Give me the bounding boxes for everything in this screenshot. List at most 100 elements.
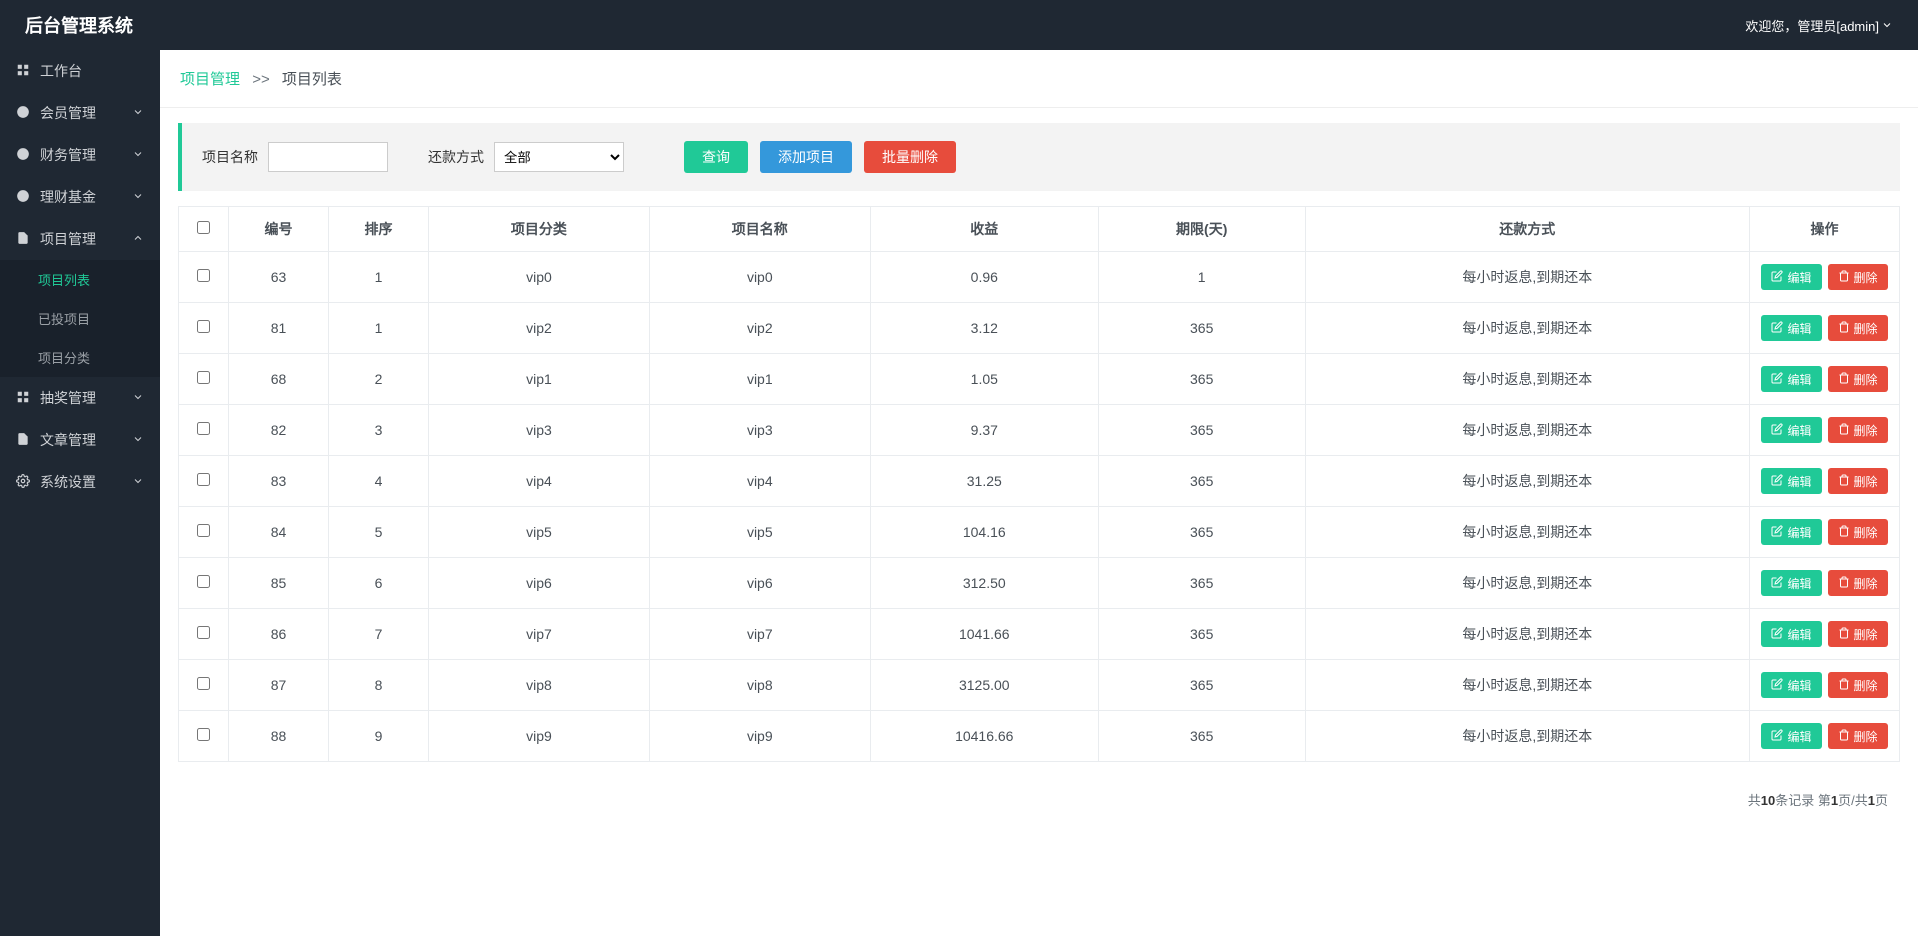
edit-button[interactable]: 编辑 bbox=[1761, 570, 1821, 596]
breadcrumb-module[interactable]: 项目管理 bbox=[180, 71, 240, 88]
row-checkbox[interactable] bbox=[197, 728, 210, 741]
row-checkbox-cell bbox=[179, 405, 229, 456]
delete-button[interactable]: 删除 bbox=[1828, 468, 1888, 494]
delete-button[interactable]: 删除 bbox=[1828, 570, 1888, 596]
delete-button[interactable]: 删除 bbox=[1828, 417, 1888, 443]
edit-button[interactable]: 编辑 bbox=[1761, 723, 1821, 749]
edit-button[interactable]: 编辑 bbox=[1761, 519, 1821, 545]
cell-repay: 每小时返息,到期还本 bbox=[1305, 609, 1749, 660]
filter-name-group: 项目名称 bbox=[202, 142, 388, 172]
chevron-down-icon bbox=[132, 189, 144, 205]
search-button[interactable]: 查询 bbox=[684, 141, 748, 173]
trash-icon bbox=[1838, 525, 1850, 540]
sidebar-item[interactable]: 工作台 bbox=[0, 50, 160, 92]
sidebar-submenu: 项目列表已投项目项目分类 bbox=[0, 260, 160, 377]
row-checkbox-cell bbox=[179, 303, 229, 354]
breadcrumb-sep: >> bbox=[252, 71, 270, 88]
cell-ops: 编辑删除 bbox=[1750, 558, 1900, 609]
sidebar-subitem[interactable]: 已投项目 bbox=[0, 299, 160, 338]
cell-id: 85 bbox=[229, 558, 329, 609]
chevron-down-icon bbox=[132, 147, 144, 163]
delete-button[interactable]: 删除 bbox=[1828, 672, 1888, 698]
cell-id: 88 bbox=[229, 711, 329, 762]
cell-repay: 每小时返息,到期还本 bbox=[1305, 303, 1749, 354]
user-menu[interactable]: 欢迎您， 管理员[admin] bbox=[1745, 16, 1893, 35]
settings-icon bbox=[16, 474, 30, 491]
sidebar-item-label: 系统设置 bbox=[40, 472, 96, 492]
sidebar-item-label: 工作台 bbox=[40, 61, 82, 81]
edit-button[interactable]: 编辑 bbox=[1761, 621, 1821, 647]
row-checkbox[interactable] bbox=[197, 524, 210, 537]
cell-repay: 每小时返息,到期还本 bbox=[1305, 507, 1749, 558]
delete-button[interactable]: 删除 bbox=[1828, 519, 1888, 545]
edit-button[interactable]: 编辑 bbox=[1761, 315, 1821, 341]
cell-ops: 编辑删除 bbox=[1750, 711, 1900, 762]
filter-repay-group: 还款方式 全部 bbox=[428, 142, 624, 172]
select-all-checkbox[interactable] bbox=[197, 221, 210, 234]
cell-repay: 每小时返息,到期还本 bbox=[1305, 456, 1749, 507]
chevron-down-icon bbox=[132, 105, 144, 121]
sidebar-item[interactable]: 理财基金 bbox=[0, 176, 160, 218]
row-checkbox[interactable] bbox=[197, 320, 210, 333]
sidebar-item[interactable]: 文章管理 bbox=[0, 419, 160, 461]
table-row: 889vip9vip910416.66365每小时返息,到期还本编辑删除 bbox=[179, 711, 1900, 762]
filter-name-input[interactable] bbox=[268, 142, 388, 172]
cell-id: 68 bbox=[229, 354, 329, 405]
edit-button[interactable]: 编辑 bbox=[1761, 264, 1821, 290]
sidebar-item[interactable]: 系统设置 bbox=[0, 461, 160, 503]
cell-repay: 每小时返息,到期还本 bbox=[1305, 354, 1749, 405]
sidebar-subitem[interactable]: 项目列表 bbox=[0, 260, 160, 299]
sidebar-subitem[interactable]: 项目分类 bbox=[0, 338, 160, 377]
sidebar-item[interactable]: 抽奖管理 bbox=[0, 377, 160, 419]
edit-button[interactable]: 编辑 bbox=[1761, 468, 1821, 494]
cell-category: vip6 bbox=[429, 558, 650, 609]
sidebar-item[interactable]: 项目管理 bbox=[0, 218, 160, 260]
row-checkbox[interactable] bbox=[197, 422, 210, 435]
edit-button[interactable]: 编辑 bbox=[1761, 366, 1821, 392]
sidebar-item[interactable]: 财务管理 bbox=[0, 134, 160, 176]
cell-ops: 编辑删除 bbox=[1750, 609, 1900, 660]
cell-sort: 5 bbox=[329, 507, 429, 558]
edit-button[interactable]: 编辑 bbox=[1761, 672, 1821, 698]
cell-term: 365 bbox=[1098, 711, 1305, 762]
delete-button[interactable]: 删除 bbox=[1828, 264, 1888, 290]
table-header-cell: 操作 bbox=[1750, 207, 1900, 252]
trash-icon bbox=[1838, 423, 1850, 438]
cell-ops: 编辑删除 bbox=[1750, 660, 1900, 711]
sidebar-item[interactable]: 会员管理 bbox=[0, 92, 160, 134]
delete-button[interactable]: 删除 bbox=[1828, 315, 1888, 341]
cell-ops: 编辑删除 bbox=[1750, 405, 1900, 456]
cell-profit: 31.25 bbox=[870, 456, 1098, 507]
row-checkbox[interactable] bbox=[197, 575, 210, 588]
table-header-cell: 项目名称 bbox=[649, 207, 870, 252]
money-icon bbox=[16, 147, 30, 164]
row-checkbox-cell bbox=[179, 711, 229, 762]
delete-button[interactable]: 删除 bbox=[1828, 621, 1888, 647]
cell-id: 87 bbox=[229, 660, 329, 711]
table-wrap: 编号排序项目分类项目名称收益期限(天)还款方式操作 631vip0vip00.9… bbox=[160, 206, 1918, 780]
row-checkbox[interactable] bbox=[197, 677, 210, 690]
cell-sort: 8 bbox=[329, 660, 429, 711]
row-checkbox[interactable] bbox=[197, 473, 210, 486]
filter-repay-select[interactable]: 全部 bbox=[494, 142, 624, 172]
delete-button[interactable]: 删除 bbox=[1828, 366, 1888, 392]
cell-name: vip5 bbox=[649, 507, 870, 558]
edit-button[interactable]: 编辑 bbox=[1761, 417, 1821, 443]
edit-icon bbox=[1771, 627, 1783, 642]
row-checkbox[interactable] bbox=[197, 269, 210, 282]
cell-category: vip1 bbox=[429, 354, 650, 405]
row-checkbox[interactable] bbox=[197, 626, 210, 639]
sidebar-item-label: 理财基金 bbox=[40, 187, 96, 207]
topbar: 后台管理系统 欢迎您， 管理员[admin] bbox=[0, 0, 1918, 50]
delete-button[interactable]: 删除 bbox=[1828, 723, 1888, 749]
cell-category: vip2 bbox=[429, 303, 650, 354]
trash-icon bbox=[1838, 321, 1850, 336]
batch-delete-button[interactable]: 批量删除 bbox=[864, 141, 956, 173]
add-project-button[interactable]: 添加项目 bbox=[760, 141, 852, 173]
row-checkbox[interactable] bbox=[197, 371, 210, 384]
table-row: 845vip5vip5104.16365每小时返息,到期还本编辑删除 bbox=[179, 507, 1900, 558]
cell-term: 365 bbox=[1098, 456, 1305, 507]
trash-icon bbox=[1838, 270, 1850, 285]
cell-profit: 10416.66 bbox=[870, 711, 1098, 762]
edit-icon bbox=[1771, 525, 1783, 540]
